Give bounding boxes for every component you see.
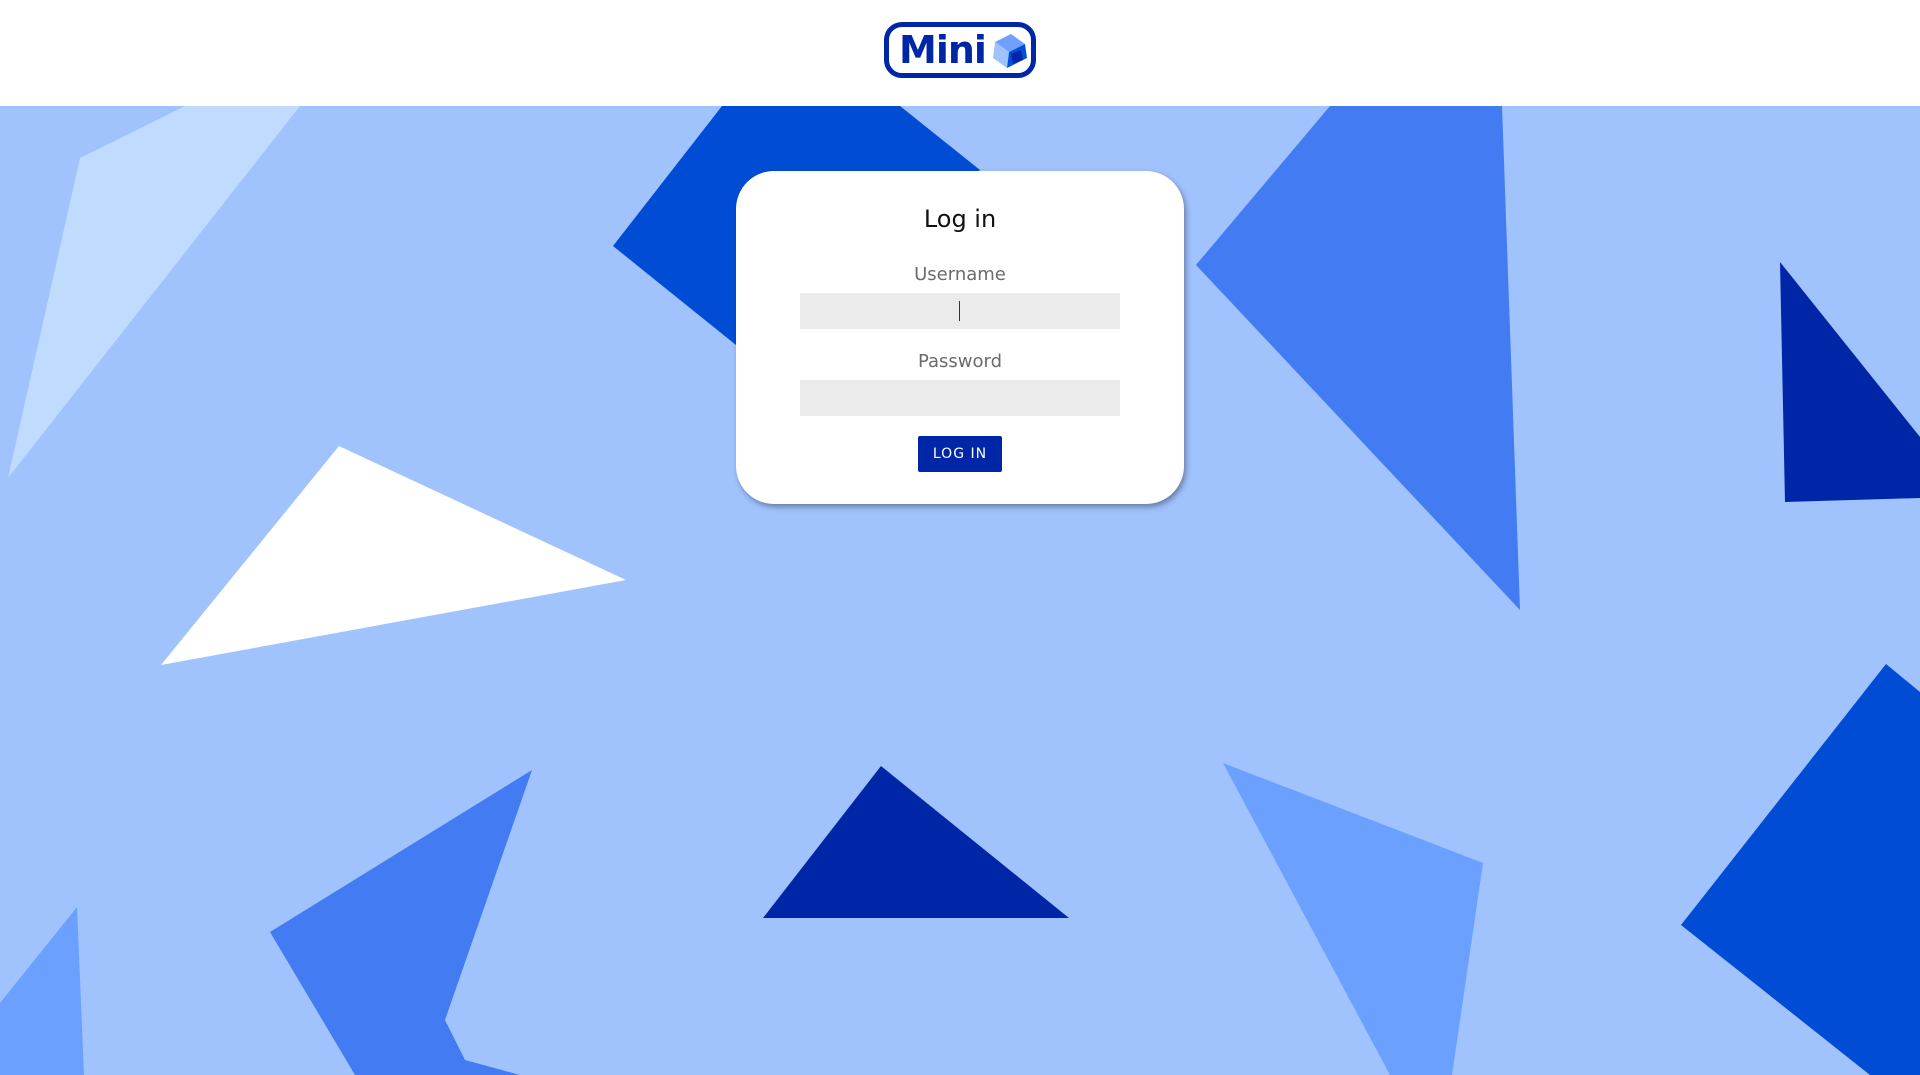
header: Mini (0, 0, 1920, 106)
login-button[interactable]: LOG IN (918, 436, 1002, 472)
password-label: Password (917, 351, 1003, 372)
cube-icon (993, 34, 1027, 68)
text-caret (959, 301, 960, 321)
login-card: Log in Username Password LOG IN (736, 171, 1184, 504)
username-label: Username (914, 264, 1006, 285)
logo-text: Mini (899, 28, 987, 72)
app-logo[interactable]: Mini (884, 22, 1036, 78)
password-field[interactable] (800, 380, 1120, 416)
login-title: Log in (923, 205, 997, 233)
username-field[interactable] (800, 293, 1120, 329)
